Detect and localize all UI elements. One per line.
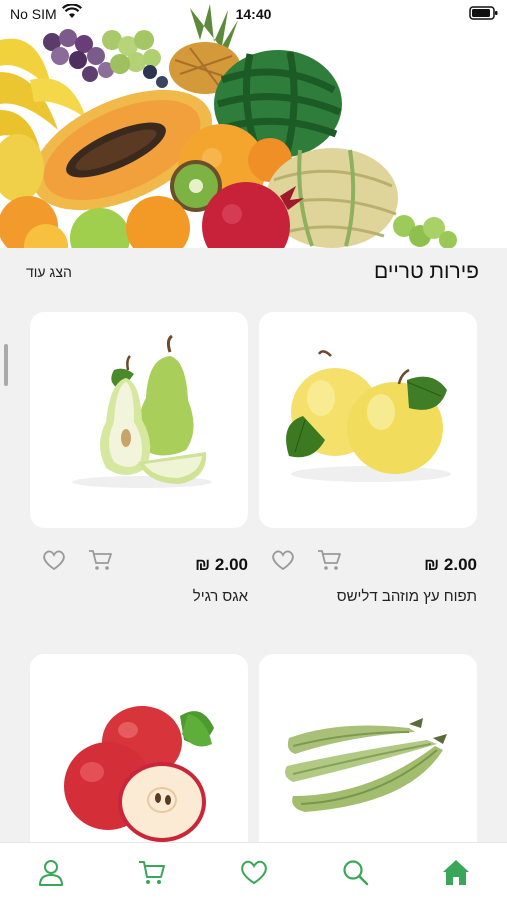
section-title: פירות טריים xyxy=(374,260,479,283)
heart-icon[interactable] xyxy=(239,857,269,887)
scroll-indicator[interactable] xyxy=(4,344,8,386)
clock: 14:40 xyxy=(235,6,272,22)
product-card-pear[interactable] xyxy=(30,312,248,528)
search-icon[interactable] xyxy=(340,857,370,887)
add-to-cart-icon[interactable] xyxy=(316,548,342,572)
products-section: פירות טריים הצג עוד 2.00 ₪ תפוח עץ מוזהב… xyxy=(0,248,507,842)
show-more-link[interactable]: הצג עוד xyxy=(26,264,72,280)
product-card-red-apple[interactable] xyxy=(30,654,248,842)
product-name[interactable]: תפוח עץ מוזהב דלישס xyxy=(337,588,477,605)
plantain-image xyxy=(285,718,447,812)
favorite-heart-icon[interactable] xyxy=(270,548,296,572)
product-name[interactable]: אגס רגיל xyxy=(193,588,248,605)
user-icon[interactable] xyxy=(36,857,66,887)
fruits-banner-image xyxy=(0,0,507,248)
hero-banner xyxy=(0,0,507,248)
red-apple-image xyxy=(64,706,214,842)
home-icon[interactable] xyxy=(441,857,471,887)
pear-image xyxy=(72,334,212,488)
battery-icon xyxy=(469,6,498,20)
product-price: 2.00 ₪ xyxy=(195,555,248,574)
product-card-golden-apple[interactable] xyxy=(259,312,477,528)
bottom-navigation xyxy=(0,842,507,900)
golden-apple-image xyxy=(286,350,451,482)
product-card-plantain[interactable] xyxy=(259,654,477,842)
cart-icon[interactable] xyxy=(137,857,167,887)
favorite-heart-icon[interactable] xyxy=(41,548,67,572)
status-bar: No SIM 14:40 xyxy=(0,0,507,28)
add-to-cart-icon[interactable] xyxy=(87,548,113,572)
product-price: 2.00 ₪ xyxy=(424,555,477,574)
